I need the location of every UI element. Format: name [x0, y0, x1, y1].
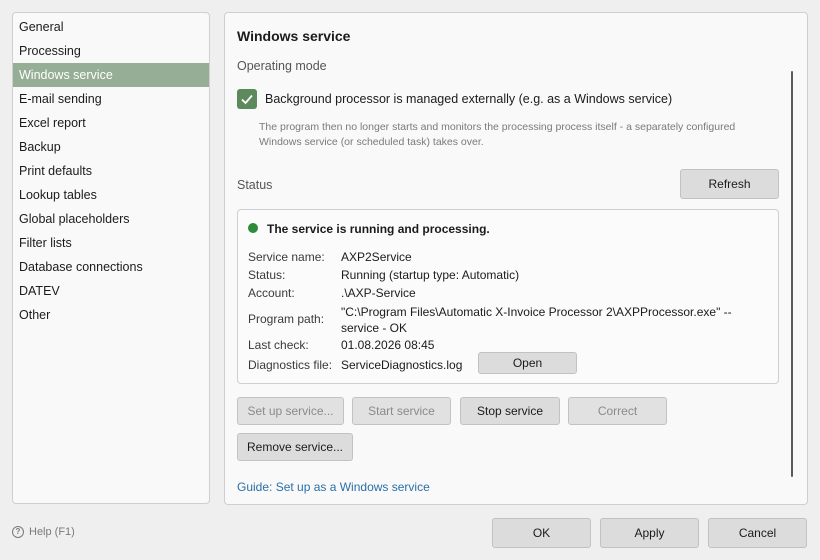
windows-service-panel: Windows service Operating mode Backgroun…: [224, 12, 808, 505]
diagnostics-file-key: Diagnostics file:: [248, 358, 333, 372]
account-key: Account:: [248, 286, 295, 300]
setup-guide-link[interactable]: Guide: Set up as a Windows service: [237, 480, 430, 494]
sidebar-item-global-placeholders[interactable]: Global placeholders: [13, 207, 209, 231]
open-diagnostics-button[interactable]: Open: [478, 352, 577, 374]
sidebar-item-excel-report[interactable]: Excel report: [13, 111, 209, 135]
sidebar-item-filter-lists[interactable]: Filter lists: [13, 231, 209, 255]
operating-mode-heading: Operating mode: [237, 59, 327, 73]
external-management-checkbox[interactable]: [237, 89, 257, 109]
correct-button[interactable]: Correct: [568, 397, 667, 425]
sidebar-item-datev[interactable]: DATEV: [13, 279, 209, 303]
sidebar-item-print-defaults[interactable]: Print defaults: [13, 159, 209, 183]
program-path-value: "C:\Program Files\Automatic X-Invoice Pr…: [341, 305, 732, 335]
panel-scrollbar[interactable]: [791, 71, 793, 477]
setup-service-button[interactable]: Set up service...: [237, 397, 344, 425]
remove-service-button[interactable]: Remove service...: [237, 433, 353, 461]
question-mark-icon: ?: [12, 526, 24, 538]
sidebar-item-general[interactable]: General: [13, 15, 209, 39]
cancel-button[interactable]: Cancel: [708, 518, 807, 548]
last-check-value: 01.08.2026 08:45: [341, 338, 435, 352]
status-key: Status:: [248, 268, 286, 282]
service-status-box: The service is running and processing. S…: [237, 209, 779, 384]
apply-button[interactable]: Apply: [600, 518, 699, 548]
diagnostics-file-value: ServiceDiagnostics.log: [341, 358, 463, 372]
checkmark-icon: [241, 94, 253, 105]
status-value: Running (startup type: Automatic): [341, 268, 520, 282]
page-title: Windows service: [237, 28, 351, 44]
sidebar-item-email-sending[interactable]: E-mail sending: [13, 87, 209, 111]
sidebar-item-lookup-tables[interactable]: Lookup tables: [13, 183, 209, 207]
service-name-value: AXP2Service: [341, 250, 412, 264]
ok-button[interactable]: OK: [492, 518, 591, 548]
start-service-button[interactable]: Start service: [352, 397, 451, 425]
help-label: Help (F1): [29, 526, 75, 538]
status-headline: The service is running and processing.: [267, 222, 490, 236]
status-indicator-icon: [248, 223, 258, 233]
program-path-key: Program path:: [248, 312, 325, 326]
sidebar-item-backup[interactable]: Backup: [13, 135, 209, 159]
settings-sidebar: General Processing Windows service E-mai…: [12, 12, 210, 504]
operating-mode-hint: The program then no longer starts and mo…: [259, 121, 736, 148]
help-link[interactable]: ? Help (F1): [12, 526, 75, 538]
refresh-button[interactable]: Refresh: [680, 169, 779, 199]
status-heading: Status: [237, 178, 273, 192]
sidebar-item-other[interactable]: Other: [13, 303, 209, 327]
service-name-key: Service name:: [248, 250, 325, 264]
external-management-label[interactable]: Background processor is managed external…: [265, 92, 672, 106]
stop-service-button[interactable]: Stop service: [460, 397, 560, 425]
sidebar-item-database-connections[interactable]: Database connections: [13, 255, 209, 279]
sidebar-item-windows-service[interactable]: Windows service: [13, 63, 209, 87]
account-value: .\AXP-Service: [341, 286, 416, 300]
last-check-key: Last check:: [248, 338, 309, 352]
sidebar-item-processing[interactable]: Processing: [13, 39, 209, 63]
